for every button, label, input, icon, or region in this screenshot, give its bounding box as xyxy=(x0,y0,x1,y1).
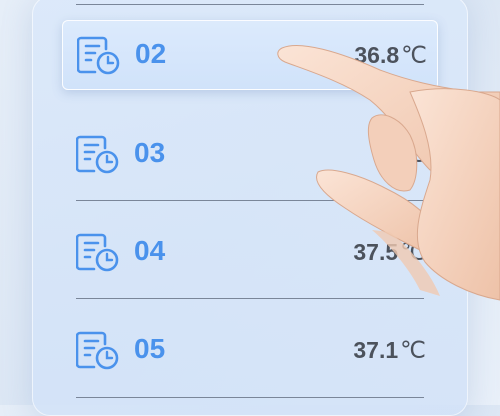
divider xyxy=(76,4,424,5)
temperature-value: 36.8℃ xyxy=(354,42,427,68)
record-number: 05 xyxy=(134,333,166,364)
record-number: 04 xyxy=(134,235,166,266)
record-number: 03 xyxy=(134,137,166,168)
list-item-05[interactable]: 05 37.1℃ xyxy=(62,316,436,384)
unit-label: ℃ xyxy=(400,239,426,265)
document-clock-icon xyxy=(75,133,122,175)
list-item-02[interactable]: 02 36.8℃ xyxy=(62,20,438,90)
temperature-value: 37.5℃ xyxy=(353,239,426,265)
list-item-04[interactable]: 04 37.5℃ xyxy=(62,218,436,286)
list-item-03[interactable]: 03 36℃ xyxy=(62,120,436,188)
document-clock-icon xyxy=(76,34,123,76)
document-clock-icon xyxy=(75,329,122,371)
record-number: 02 xyxy=(135,38,167,69)
unit-label: ℃ xyxy=(401,42,427,68)
unit-label: ℃ xyxy=(400,141,426,167)
divider xyxy=(76,397,424,398)
divider xyxy=(76,298,424,299)
document-clock-icon xyxy=(75,231,122,273)
temperature-value: 37.1℃ xyxy=(353,337,426,363)
temperature-value: 36℃ xyxy=(372,141,426,167)
unit-label: ℃ xyxy=(400,337,426,363)
divider xyxy=(76,200,424,201)
